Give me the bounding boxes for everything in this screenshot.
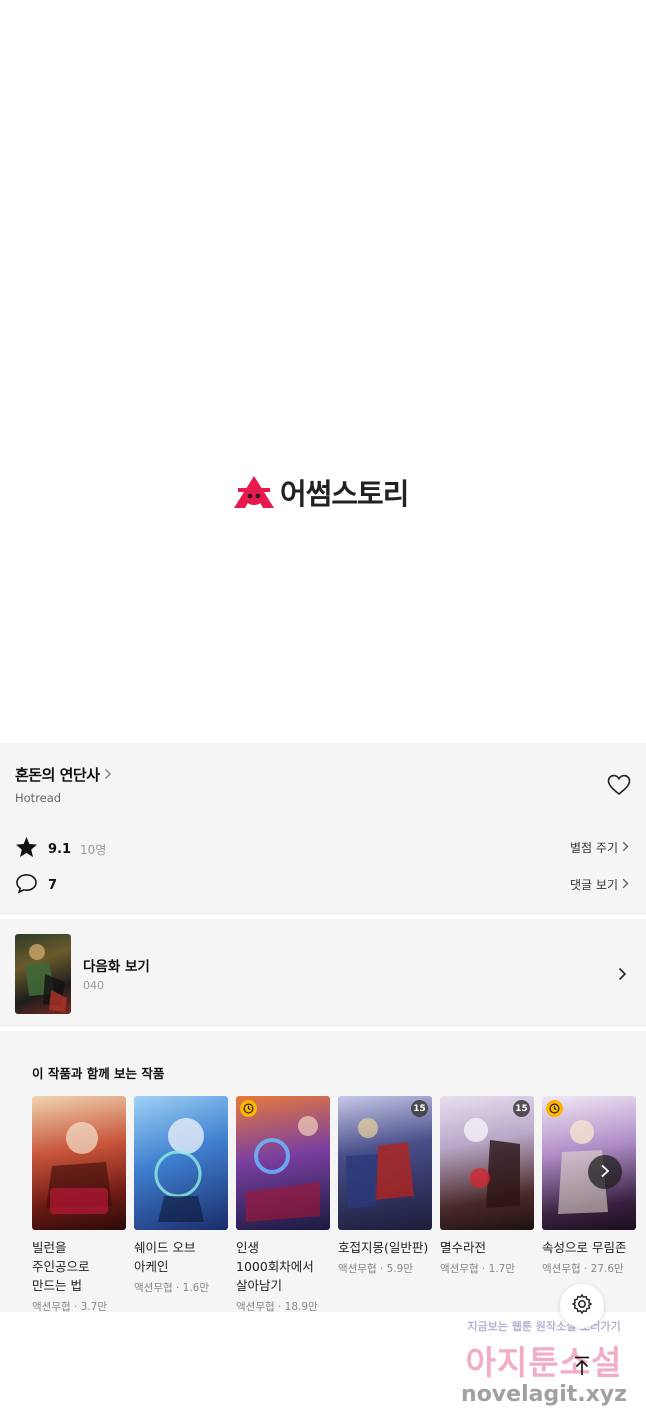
recommendation-title: 쉐이드 오브 아케인 [134,1240,196,1274]
recommendation-views: 3.7만 [80,1301,108,1312]
recommendation-views: 27.6만 [590,1263,624,1275]
work-info-panel: 혼돈의 연단사 Hotread 9.1 10명 별점 주기 7 댓글 보기 [0,743,646,915]
recommendation-views: 1.7만 [488,1263,516,1275]
age-rating-badge: 15 [513,1100,530,1117]
chevron-right-icon [622,841,629,855]
star-icon [15,836,38,862]
watermark-line1: 지금보는 웹툰 원작소설 보러가기 [467,1320,621,1333]
next-episode-thumbnail [15,934,71,1014]
scroll-top-button[interactable] [566,1352,598,1384]
age-rating-badge: 15 [411,1100,428,1117]
settings-button[interactable] [560,1284,604,1328]
recommendation-card[interactable]: 15 호접지몽(일반판) 액션무협 · 5.9만 [338,1096,432,1276]
view-comments-button[interactable]: 댓글 보기 [570,876,629,893]
work-author: Hotread [15,791,62,805]
watermark-line3: novelagit.xyz [461,1382,627,1407]
chevron-right-icon [104,765,112,784]
recommendation-title: 인생 1000회차에서 살아남기 [236,1240,314,1293]
recommendation-title: 속성으로 무림존 [542,1240,627,1255]
clock-icon [240,1100,257,1117]
recommendations-title: 이 작품과 함께 보는 작품 [32,1066,165,1081]
recommendation-genre: 액션무협 [32,1301,71,1312]
splash-area: 어썸스토리 [0,0,646,743]
recommendations-section: 이 작품과 함께 보는 작품 빌런을 주인공으로 만드는 법 액션무협 · 3.… [0,1031,646,1312]
chevron-right-icon [618,966,627,985]
chevron-right-icon [600,1163,610,1182]
recommendation-meta: 액션무협 · 1.7만 [440,1263,516,1275]
next-episode-label: 다음화 보기 [83,959,150,975]
chevron-right-icon [622,878,629,892]
recommendation-genre: 액션무협 [542,1263,581,1275]
work-title-link[interactable]: 혼돈의 연단사 [15,764,112,785]
recommendation-cover: 15 [338,1096,432,1230]
recommendation-genre: 액션무협 [134,1282,173,1294]
recommendation-card[interactable]: 쉐이드 오브 아케인 액션무협 · 1.6만 [134,1096,228,1295]
recommendation-cover: 15 [440,1096,534,1230]
next-episode-card[interactable]: 다음화 보기 040 [0,919,646,1027]
recommendation-card[interactable]: 인생 1000회차에서 살아남기 액션무협 · 18.9만 [236,1096,330,1312]
brand-name: 어썸스토리 [280,477,409,511]
recommendation-genre: 액션무협 [440,1263,479,1275]
carousel-next-button[interactable] [588,1155,622,1189]
watermark-line2: 아지툰소설 [465,1343,623,1382]
recommendation-title: 호접지몽(일반판) [338,1240,429,1255]
awesome-story-logo-icon [234,476,274,508]
comment-bubble-icon [15,873,38,898]
recommendation-cover [236,1096,330,1230]
comment-row: 7 [15,873,57,898]
recommendation-card[interactable]: 15 멸수라전 액션무협 · 1.7만 [440,1096,534,1276]
gear-icon [571,1293,593,1319]
clock-icon [546,1100,563,1117]
recommendation-meta: 액션무협 · 1.6만 [134,1282,210,1294]
recommendation-genre: 액션무협 [338,1263,377,1275]
rate-label: 별점 주기 [570,841,618,855]
recommendation-genre: 액션무협 [236,1301,275,1312]
rating-row: 9.1 10명 [15,836,106,862]
brand-logo: 어썸스토리 [232,471,409,513]
watermark: 지금보는 웹툰 원작소설 보러가기 아지툰소설 novelagit.xyz [444,1318,644,1407]
recommendation-meta: 액션무협 · 27.6만 [542,1263,624,1275]
recommendation-cover [134,1096,228,1230]
recommendation-meta: 액션무협 · 3.7만 [32,1301,108,1312]
rating-value: 9.1 [48,841,72,857]
recommendation-meta: 액션무협 · 5.9만 [338,1263,414,1275]
next-episode-number: 040 [83,979,104,992]
recommendation-title: 빌런을 주인공으로 만드는 법 [32,1240,90,1293]
recommendation-meta: 액션무협 · 18.9만 [236,1301,318,1312]
recommendation-views: 18.9만 [284,1301,318,1312]
rate-button[interactable]: 별점 주기 [570,839,629,856]
recommendation-card[interactable]: 빌런을 주인공으로 만드는 법 액션무협 · 3.7만 [32,1096,126,1312]
work-title: 혼돈의 연단사 [15,766,100,784]
comments-label: 댓글 보기 [570,878,618,892]
heart-icon[interactable] [607,774,631,800]
recommendation-views: 5.9만 [386,1263,414,1275]
arrow-up-icon [573,1356,591,1380]
recommendation-card[interactable]: 속성으로 무림존 액션무협 · 27.6만 [542,1096,636,1276]
comment-count: 7 [48,878,58,893]
rating-count: 10명 [80,842,107,857]
recommendation-cover [32,1096,126,1230]
recommendation-views: 1.6만 [182,1282,210,1294]
recommendation-title: 멸수라전 [440,1240,487,1255]
